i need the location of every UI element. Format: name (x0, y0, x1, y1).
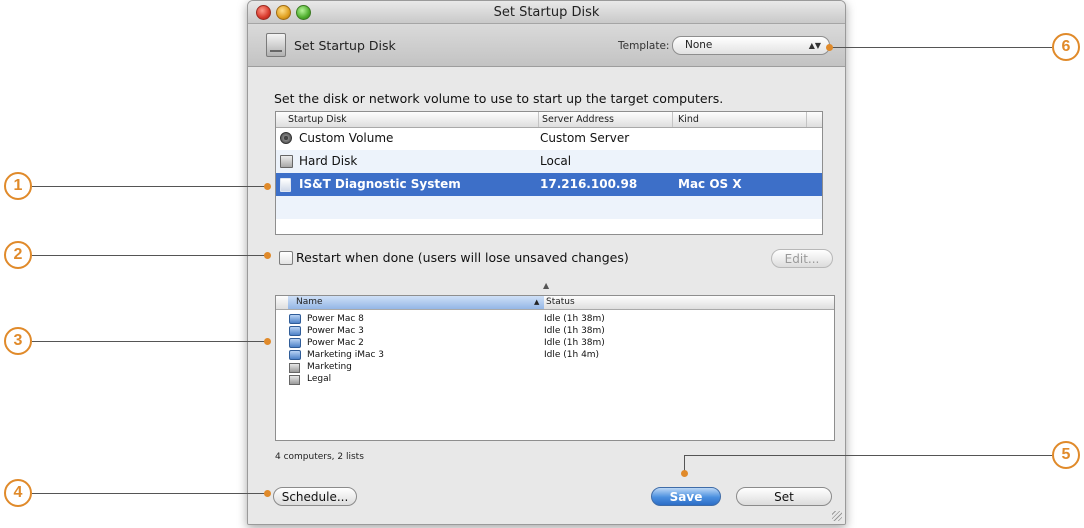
callout-line (32, 255, 268, 256)
computer-icon (289, 326, 301, 336)
callout-line (32, 341, 268, 342)
column-header-name: Name (296, 297, 323, 307)
computer-list-icon (289, 363, 300, 373)
cell-server-address: Custom Server (540, 131, 630, 145)
computer-list[interactable]: Name ▲ Status Power Mac 8 Idle (1h 38m) … (275, 295, 835, 441)
list-item[interactable]: Power Mac 3 Idle (1h 38m) (276, 326, 834, 337)
callout-1: 1 (4, 172, 32, 200)
callout-line (32, 493, 268, 494)
computer-status: Idle (1h 38m) (544, 338, 605, 348)
cell-startup-disk: IS&T Diagnostic System (299, 177, 461, 191)
cell-server-address: Local (540, 154, 572, 168)
column-header-name-bg[interactable]: Name ▲ (288, 296, 544, 309)
save-button[interactable]: Save (651, 487, 721, 506)
callout-3: 3 (4, 327, 32, 355)
computer-name: Legal (307, 374, 332, 384)
callout-dot (264, 252, 271, 259)
column-header-status[interactable]: Status (546, 297, 575, 307)
table-header: Startup Disk Server Address Kind (276, 112, 822, 128)
computer-icon (289, 314, 301, 324)
column-header-kind[interactable]: Kind (678, 114, 699, 125)
computer-name: Marketing (307, 362, 352, 372)
cell-startup-disk: Custom Volume (299, 131, 394, 145)
cell-kind: Mac OS X (678, 177, 742, 191)
gear-icon (280, 132, 292, 144)
restart-label[interactable]: Restart when done (users will lose unsav… (296, 250, 629, 265)
callout-6: 6 (1052, 33, 1080, 61)
callout-line (32, 186, 268, 187)
column-divider (806, 112, 807, 127)
set-button[interactable]: Set (736, 487, 832, 506)
computer-name: Power Mac 2 (307, 338, 364, 348)
template-value: None (685, 39, 713, 51)
resize-grip-icon[interactable] (832, 511, 842, 521)
list-item[interactable]: Power Mac 2 Idle (1h 38m) (276, 338, 834, 349)
cell-startup-disk: Hard Disk (299, 154, 358, 168)
computer-name: Marketing iMac 3 (307, 350, 385, 360)
list-item[interactable]: Marketing iMac 3 Idle (1h 4m) (276, 350, 834, 361)
column-header-server-address[interactable]: Server Address (542, 114, 614, 125)
sort-caret-icon: ▲ (543, 281, 550, 290)
cell-server-address: 17.216.100.98 (540, 177, 638, 191)
computer-list-icon (289, 375, 300, 385)
list-header: Name ▲ Status (276, 296, 834, 310)
edit-button[interactable]: Edit... (771, 249, 833, 268)
computer-icon (289, 338, 301, 348)
callout-line (684, 455, 1052, 456)
restart-checkbox[interactable] (279, 251, 293, 265)
callout-line (830, 47, 1052, 48)
template-label: Template: (618, 40, 670, 52)
callout-4: 4 (4, 479, 32, 507)
column-divider (538, 112, 539, 127)
select-arrows-icon: ▲▼ (808, 41, 821, 50)
callout-dot (681, 470, 688, 477)
callout-5: 5 (1052, 441, 1080, 469)
template-select[interactable]: None ▲▼ (672, 36, 830, 55)
column-divider (672, 112, 673, 127)
computer-count-summary: 4 computers, 2 lists (275, 452, 364, 462)
window-title: Set Startup Disk (493, 5, 600, 20)
computer-name: Power Mac 8 (307, 314, 364, 324)
list-item[interactable]: Legal (276, 374, 834, 385)
computer-status: Idle (1h 38m) (544, 314, 605, 324)
table-row-empty (276, 196, 822, 219)
hard-disk-icon (280, 155, 293, 168)
computer-status: Idle (1h 38m) (544, 326, 605, 336)
title-bar[interactable]: Set Startup Disk (248, 1, 845, 24)
set-startup-disk-window: Set Startup Disk Set Startup Disk Templa… (247, 0, 846, 525)
sort-ascending-icon: ▲ (534, 298, 540, 306)
startup-disk-table[interactable]: Startup Disk Server Address Kind Custom … (275, 111, 823, 235)
callout-dot (264, 183, 271, 190)
list-item[interactable]: Marketing (276, 362, 834, 373)
computer-status: Idle (1h 4m) (544, 350, 600, 360)
callout-dot (826, 44, 833, 51)
computer-icon (289, 350, 301, 360)
callout-2: 2 (4, 241, 32, 269)
list-item[interactable]: Power Mac 8 Idle (1h 38m) (276, 314, 834, 325)
network-disk-icon (280, 178, 291, 192)
table-row[interactable]: Custom Volume Custom Server (276, 127, 822, 150)
callout-dot (264, 338, 271, 345)
toolbar: Set Startup Disk Template: None ▲▼ (248, 24, 845, 67)
startup-disk-icon (266, 33, 286, 57)
callout-dot (264, 490, 271, 497)
table-row-selected[interactable]: IS&T Diagnostic System 17.216.100.98 Mac… (276, 173, 822, 196)
instruction-text: Set the disk or network volume to use to… (274, 91, 724, 106)
toolbar-title: Set Startup Disk (294, 38, 396, 53)
table-row[interactable]: Hard Disk Local (276, 150, 822, 173)
computer-name: Power Mac 3 (307, 326, 364, 336)
schedule-button[interactable]: Schedule... (273, 487, 357, 506)
column-header-startup-disk[interactable]: Startup Disk (288, 114, 347, 125)
